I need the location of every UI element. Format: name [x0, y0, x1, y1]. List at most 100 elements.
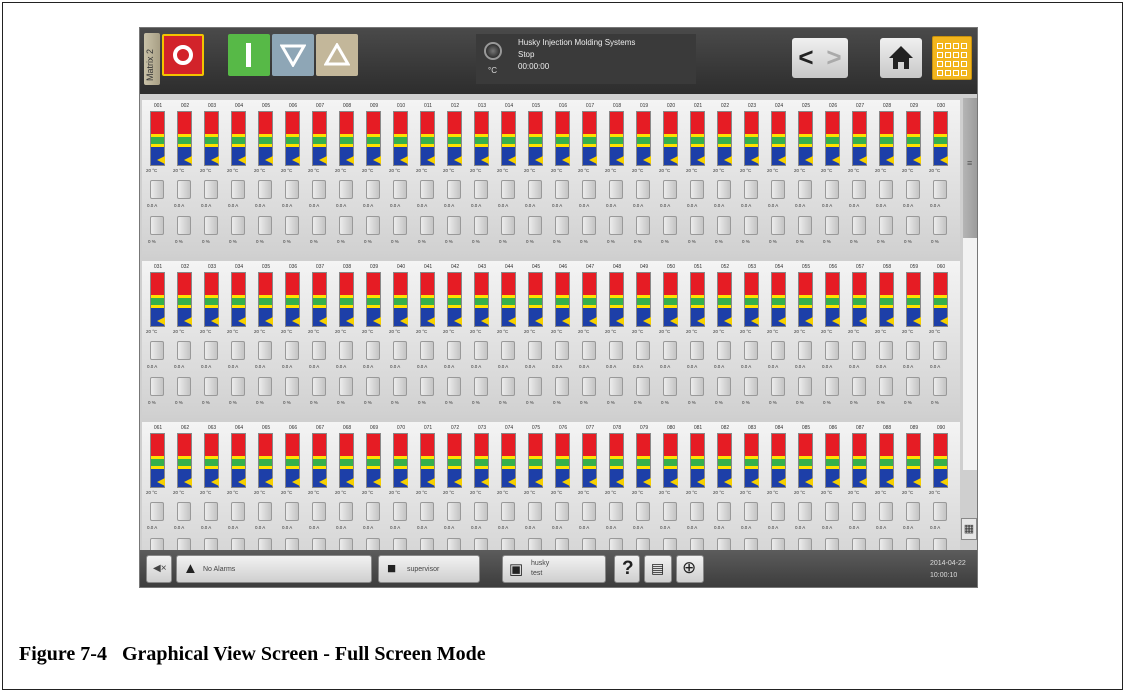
zone-current-button[interactable] — [609, 180, 623, 199]
temperature-bar[interactable] — [717, 111, 732, 166]
zone-current-button[interactable] — [204, 180, 218, 199]
zone-power-button[interactable] — [744, 216, 758, 235]
zone-current-button[interactable] — [798, 180, 812, 199]
temperature-bar[interactable] — [204, 272, 219, 327]
zone-current-button[interactable] — [366, 180, 380, 199]
zone-current-button[interactable] — [474, 180, 488, 199]
zone-column[interactable]: 017 20 °C 0.0 A 0 % — [578, 100, 605, 257]
zone-power-button[interactable] — [393, 377, 407, 396]
zone-current-button[interactable] — [690, 341, 704, 360]
temperature-bar[interactable] — [285, 433, 300, 488]
zone-column[interactable]: 011 20 °C 0.0 A 0 % — [416, 100, 443, 257]
zone-current-button[interactable] — [474, 341, 488, 360]
zone-current-button[interactable] — [339, 502, 353, 521]
temperature-bar[interactable] — [204, 433, 219, 488]
zone-column[interactable]: 021 20 °C 0.0 A 0 % — [686, 100, 713, 257]
zone-current-button[interactable] — [663, 341, 677, 360]
temperature-bar[interactable] — [798, 433, 813, 488]
zone-current-button[interactable] — [582, 502, 596, 521]
zone-current-button[interactable] — [852, 180, 866, 199]
temperature-bar[interactable] — [690, 111, 705, 166]
temperature-bar[interactable] — [474, 111, 489, 166]
zone-column[interactable]: 003 20 °C 0.0 A 0 % — [200, 100, 227, 257]
forward-button[interactable]: > — [820, 38, 848, 78]
zone-column[interactable]: 060 20 °C 0.0 A 0 % — [929, 261, 956, 418]
temperature-bar[interactable] — [339, 272, 354, 327]
zone-power-button[interactable] — [285, 216, 299, 235]
zone-column[interactable]: 048 20 °C 0.0 A 0 % — [605, 261, 632, 418]
temperature-bar[interactable] — [285, 272, 300, 327]
temperature-bar[interactable] — [906, 272, 921, 327]
zone-power-button[interactable] — [447, 377, 461, 396]
zone-power-button[interactable] — [771, 216, 785, 235]
zone-current-button[interactable] — [690, 180, 704, 199]
temperature-bar[interactable] — [501, 433, 516, 488]
zone-current-button[interactable] — [582, 341, 596, 360]
zone-power-button[interactable] — [528, 216, 542, 235]
temperature-bar[interactable] — [609, 272, 624, 327]
zone-current-button[interactable] — [555, 502, 569, 521]
temperature-bar[interactable] — [636, 272, 651, 327]
zone-power-button[interactable] — [366, 377, 380, 396]
temperature-bar[interactable] — [852, 111, 867, 166]
temperature-bar[interactable] — [177, 272, 192, 327]
zone-current-button[interactable] — [582, 180, 596, 199]
temperature-bar[interactable] — [393, 272, 408, 327]
temperature-bar[interactable] — [825, 433, 840, 488]
screenshot-button[interactable]: ▤ — [644, 555, 672, 583]
temperature-bar[interactable] — [555, 272, 570, 327]
zone-column[interactable]: 004 20 °C 0.0 A 0 % — [227, 100, 254, 257]
zone-power-button[interactable] — [312, 216, 326, 235]
zone-current-button[interactable] — [501, 502, 515, 521]
temperature-bar[interactable] — [177, 111, 192, 166]
temperature-bar[interactable] — [231, 111, 246, 166]
temperature-bar[interactable] — [447, 111, 462, 166]
temperature-bar[interactable] — [771, 111, 786, 166]
zone-current-button[interactable] — [258, 180, 272, 199]
zone-column[interactable]: 026 20 °C 0.0 A 0 % — [821, 100, 848, 257]
zone-current-button[interactable] — [933, 180, 947, 199]
zone-current-button[interactable] — [906, 341, 920, 360]
zone-column[interactable]: 015 20 °C 0.0 A 0 % — [524, 100, 551, 257]
temperature-bar[interactable] — [258, 272, 273, 327]
language-button[interactable]: ⊕ — [676, 555, 704, 583]
temperature-bar[interactable] — [609, 433, 624, 488]
zone-power-button[interactable] — [339, 216, 353, 235]
zone-column[interactable]: 059 20 °C 0.0 A 0 % — [902, 261, 929, 418]
zone-power-button[interactable] — [690, 377, 704, 396]
zone-column[interactable]: 047 20 °C 0.0 A 0 % — [578, 261, 605, 418]
zone-column[interactable]: 030 20 °C 0.0 A 0 % — [929, 100, 956, 257]
zone-power-button[interactable] — [420, 377, 434, 396]
temperature-bar[interactable] — [528, 272, 543, 327]
zone-column[interactable]: 016 20 °C 0.0 A 0 % — [551, 100, 578, 257]
zone-current-button[interactable] — [852, 502, 866, 521]
zone-current-button[interactable] — [204, 341, 218, 360]
zone-power-button[interactable] — [474, 377, 488, 396]
zone-column[interactable]: 037 20 °C 0.0 A 0 % — [308, 261, 335, 418]
temperature-bar[interactable] — [663, 111, 678, 166]
zone-current-button[interactable] — [771, 341, 785, 360]
zone-power-button[interactable] — [933, 216, 947, 235]
zone-current-button[interactable] — [393, 341, 407, 360]
zone-current-button[interactable] — [339, 180, 353, 199]
zone-power-button[interactable] — [636, 377, 650, 396]
zone-power-button[interactable] — [663, 377, 677, 396]
zone-column[interactable]: 006 20 °C 0.0 A 0 % — [281, 100, 308, 257]
zone-column[interactable]: 041 20 °C 0.0 A 0 % — [416, 261, 443, 418]
zone-column[interactable]: 012 20 °C 0.0 A 0 % — [443, 100, 470, 257]
zone-current-button[interactable] — [177, 180, 191, 199]
temperature-bar[interactable] — [501, 111, 516, 166]
temperature-bar[interactable] — [744, 272, 759, 327]
zone-power-button[interactable] — [717, 377, 731, 396]
temperature-bar[interactable] — [906, 111, 921, 166]
temperature-bar[interactable] — [150, 111, 165, 166]
zone-power-button[interactable] — [204, 216, 218, 235]
zone-power-button[interactable] — [555, 216, 569, 235]
temperature-bar[interactable] — [825, 111, 840, 166]
zone-power-button[interactable] — [231, 377, 245, 396]
temperature-bar[interactable] — [717, 272, 732, 327]
zone-current-button[interactable] — [258, 502, 272, 521]
zone-current-button[interactable] — [744, 502, 758, 521]
temperature-bar[interactable] — [501, 272, 516, 327]
zone-current-button[interactable] — [528, 341, 542, 360]
